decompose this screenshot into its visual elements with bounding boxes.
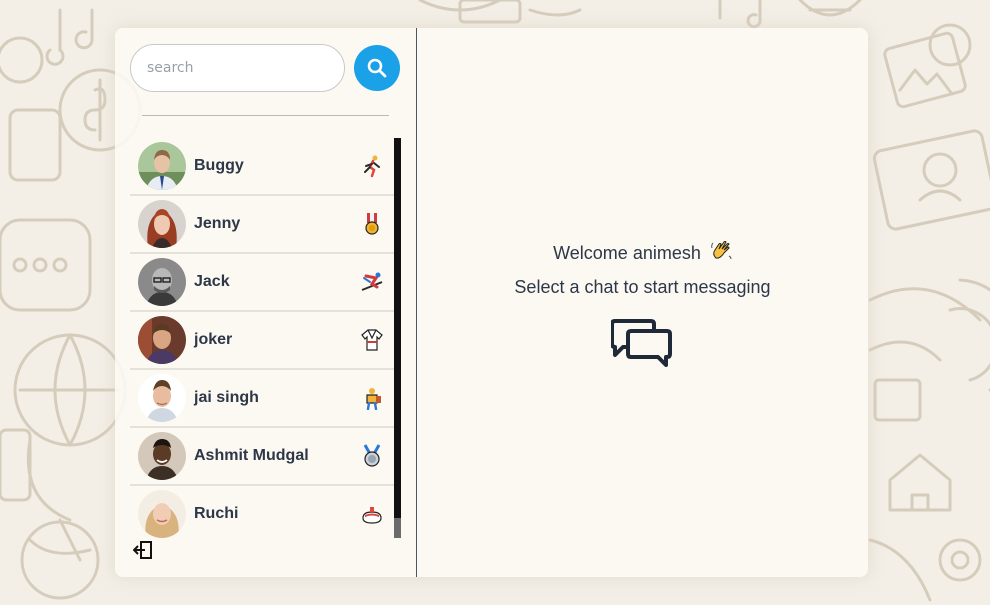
- sidebar: Buggy: [115, 28, 417, 577]
- runner-icon: [360, 154, 384, 178]
- avatar: [138, 258, 186, 306]
- chat-bubbles-icon: [610, 318, 673, 372]
- user-item-ruchi[interactable]: Ruchi: [130, 486, 394, 538]
- user-name: jai singh: [194, 389, 259, 406]
- logout-button[interactable]: [132, 540, 154, 560]
- search-divider: [142, 115, 389, 116]
- user-list-scrollbar[interactable]: [394, 138, 401, 538]
- user-name: joker: [194, 331, 233, 348]
- military-medal-icon: [360, 212, 384, 236]
- person-climbing-icon: [360, 386, 384, 410]
- chat-app-window: Buggy: [115, 28, 868, 577]
- welcome-message: Welcome animesh Select a chat to start m…: [417, 240, 868, 312]
- user-item-joker[interactable]: joker: [130, 312, 394, 370]
- user-item-jai-singh[interactable]: jai singh: [130, 370, 394, 428]
- user-item-jack[interactable]: Jack: [130, 254, 394, 312]
- waving-hand-icon: [710, 240, 732, 267]
- avatar: [138, 316, 186, 364]
- martial-arts-uniform-icon: [360, 328, 384, 352]
- user-name: Ashmit Mudgal: [194, 447, 309, 464]
- second-place-medal-icon: [360, 444, 384, 468]
- logout-icon: [133, 541, 152, 559]
- user-item-buggy[interactable]: Buggy: [130, 138, 394, 196]
- user-name: Buggy: [194, 157, 244, 174]
- skier-icon: [360, 270, 384, 294]
- avatar: [138, 432, 186, 480]
- avatar: [138, 200, 186, 248]
- avatar: [138, 374, 186, 422]
- user-item-jenny[interactable]: Jenny: [130, 196, 394, 254]
- user-item-ashmit-mudgal[interactable]: Ashmit Mudgal: [130, 428, 394, 486]
- search-bar: [130, 44, 400, 92]
- curling-stone-icon: [360, 502, 384, 526]
- search-button[interactable]: [354, 45, 400, 91]
- avatar: [138, 490, 186, 538]
- user-name: Jack: [194, 273, 230, 290]
- search-icon: [367, 58, 387, 78]
- user-name: Jenny: [194, 215, 241, 232]
- search-input[interactable]: [130, 44, 345, 92]
- user-list: Buggy Jenny Jack joker jai singh Ashmit …: [130, 138, 394, 538]
- avatar: [138, 142, 186, 190]
- user-name: Ruchi: [194, 505, 239, 522]
- welcome-instruction: Select a chat to start messaging: [514, 277, 771, 297]
- welcome-greeting: Welcome animesh: [553, 243, 701, 263]
- scrollbar-thumb[interactable]: [394, 138, 401, 518]
- chat-placeholder-panel: Welcome animesh Select a chat to start m…: [417, 28, 868, 577]
